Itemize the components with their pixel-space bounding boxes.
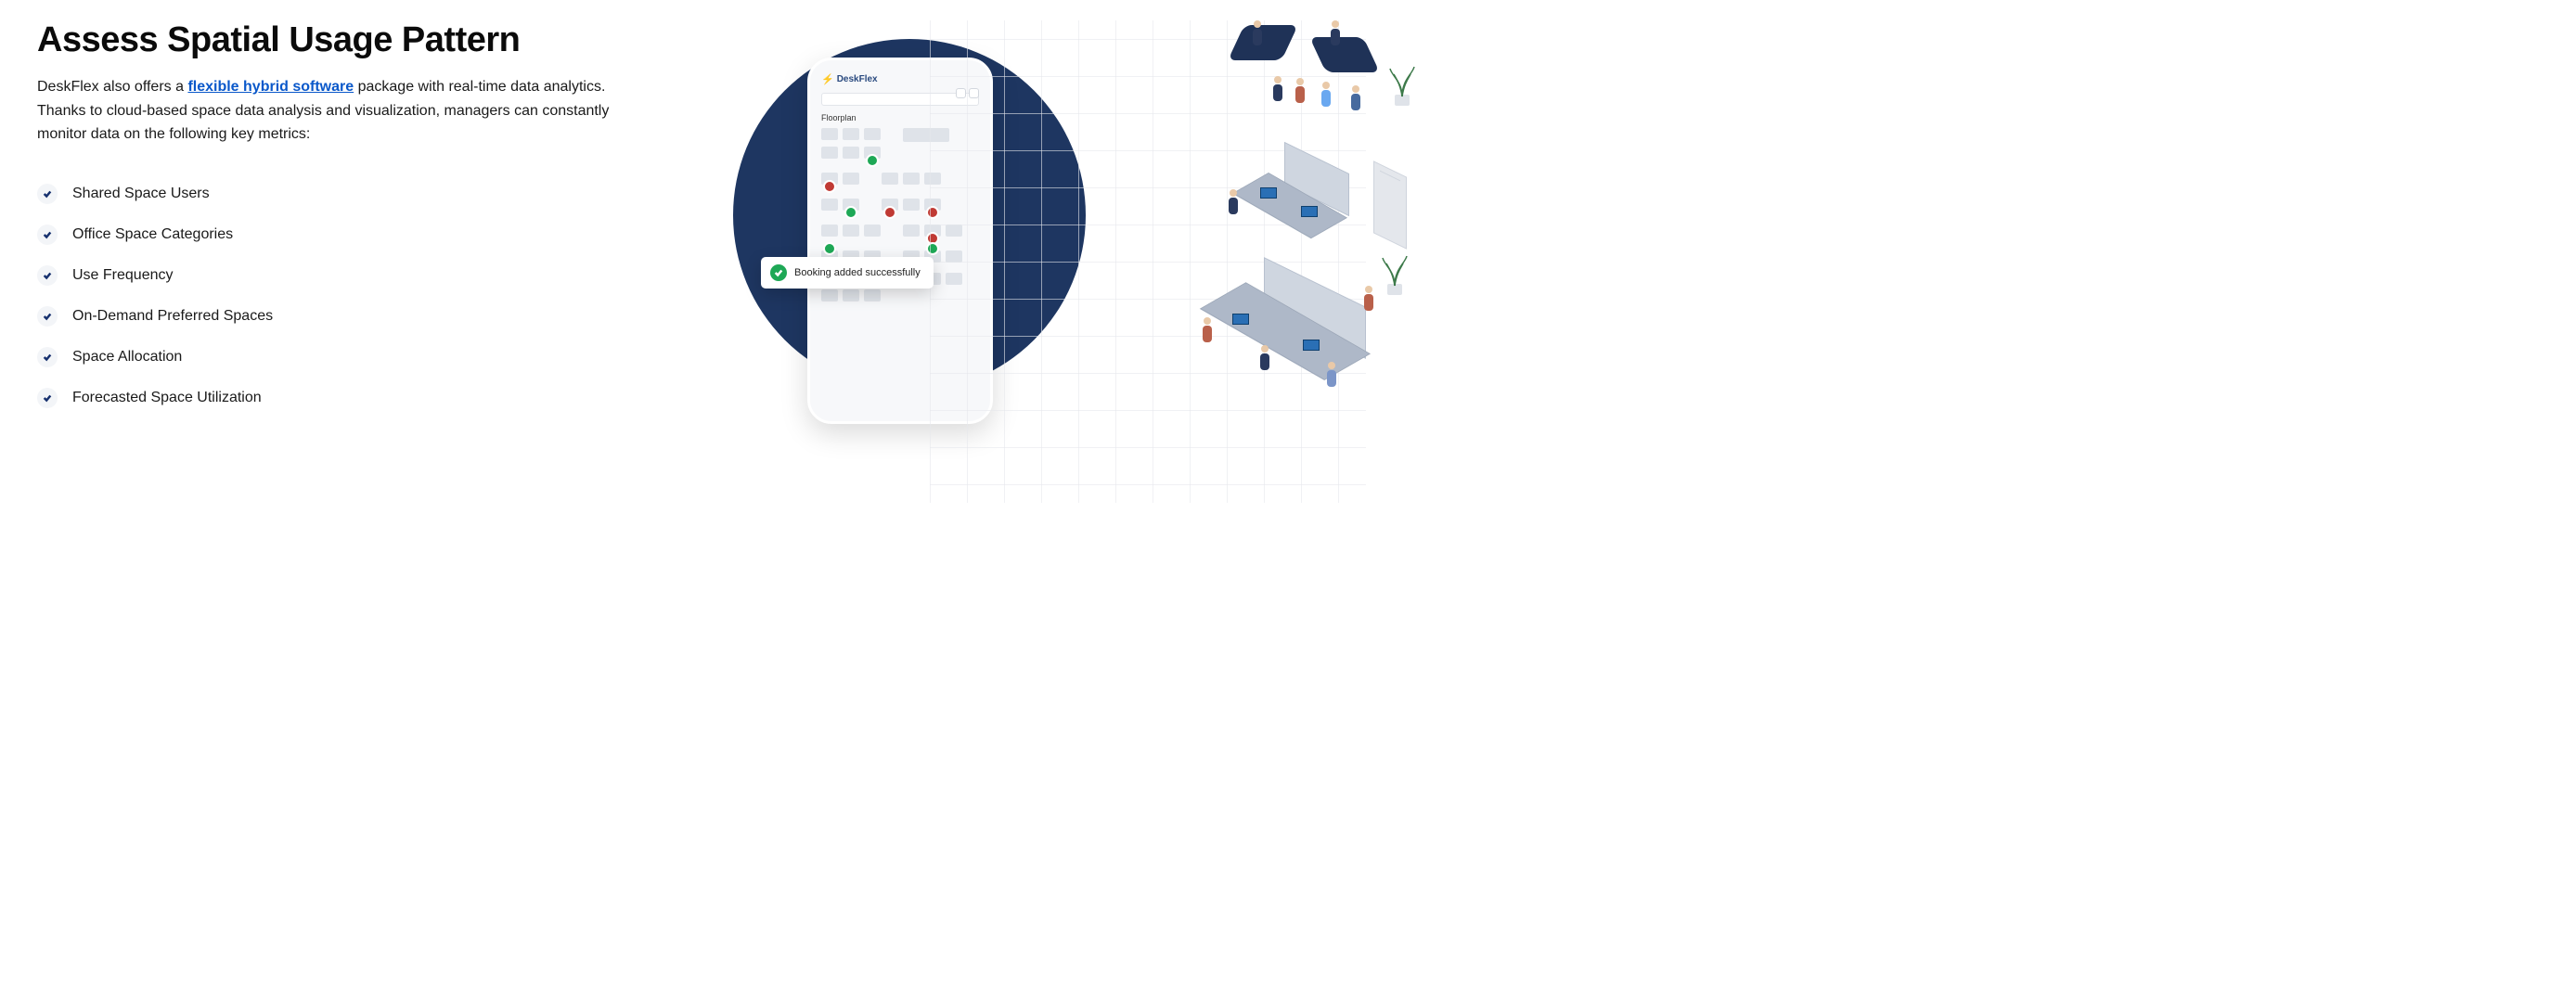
list-item: On-Demand Preferred Spaces	[37, 306, 687, 327]
list-item: Space Allocation	[37, 347, 687, 367]
toast-message: Booking added successfully	[794, 267, 921, 278]
person-icon	[1321, 82, 1331, 109]
person-icon	[1331, 20, 1340, 48]
check-icon	[37, 388, 58, 408]
lead-text-pre: DeskFlex also offers a	[37, 79, 187, 95]
check-icon	[37, 347, 58, 367]
plant-icon	[1379, 252, 1410, 295]
monitor-icon	[1260, 187, 1277, 199]
check-icon	[37, 225, 58, 245]
desk-tile[interactable]	[821, 225, 838, 237]
cabinet-icon	[1373, 160, 1407, 250]
desk-tile[interactable]	[903, 225, 920, 237]
hybrid-software-link[interactable]: flexible hybrid software	[187, 79, 354, 95]
page-title: Assess Spatial Usage Pattern	[37, 20, 687, 60]
desk-tile[interactable]	[864, 128, 881, 140]
metric-label: Forecasted Space Utilization	[72, 390, 262, 406]
desk-tile[interactable]	[843, 128, 859, 140]
monitor-icon	[1301, 206, 1318, 217]
app-brand: DeskFlex	[837, 74, 878, 84]
status-booked-icon	[823, 180, 836, 193]
success-toast: Booking added successfully	[761, 257, 934, 289]
check-circle-icon	[770, 264, 787, 281]
desk-tile[interactable]	[843, 289, 859, 302]
list-item: Office Space Categories	[37, 225, 687, 245]
check-icon	[37, 306, 58, 327]
monitor-icon	[1232, 314, 1249, 325]
person-icon	[1253, 20, 1262, 48]
desk-tile[interactable]	[864, 225, 881, 237]
person-icon	[1364, 286, 1373, 314]
plant-icon	[1386, 63, 1418, 106]
status-available-icon	[823, 242, 836, 255]
desk-tile[interactable]	[821, 199, 838, 211]
desk-tile[interactable]	[903, 173, 920, 185]
bolt-icon: ⚡	[821, 73, 834, 85]
check-icon	[37, 184, 58, 204]
desk-tile[interactable]	[903, 199, 920, 211]
person-icon	[1260, 345, 1269, 373]
desk-tile[interactable]	[843, 225, 859, 237]
metric-label: Space Allocation	[72, 349, 182, 366]
desk-tile[interactable]	[882, 173, 898, 185]
person-icon	[1295, 78, 1305, 106]
desk-tile[interactable]	[843, 199, 859, 211]
desk-tile[interactable]	[821, 173, 838, 185]
desk-tile[interactable]	[864, 289, 881, 302]
desk-tile[interactable]	[882, 199, 898, 211]
illustration: ⚡ DeskFlex Floorplan	[724, 20, 1366, 503]
person-icon	[1229, 189, 1238, 217]
couch-icon	[1309, 37, 1380, 72]
list-item: Shared Space Users	[37, 184, 687, 204]
person-icon	[1273, 76, 1282, 104]
metrics-list: Shared Space Users Office Space Categori…	[37, 184, 687, 408]
monitor-icon	[1303, 340, 1320, 351]
status-available-icon	[844, 206, 857, 219]
metric-label: On-Demand Preferred Spaces	[72, 308, 273, 325]
status-booked-icon	[883, 206, 896, 219]
desk-tile[interactable]	[864, 147, 881, 159]
person-icon	[1351, 85, 1360, 113]
check-icon	[37, 265, 58, 286]
person-icon	[1203, 317, 1212, 345]
desk-tile[interactable]	[843, 147, 859, 159]
person-icon	[1327, 362, 1336, 390]
list-item: Use Frequency	[37, 265, 687, 286]
metric-label: Office Space Categories	[72, 226, 233, 243]
couch-icon	[1228, 25, 1298, 60]
status-available-icon	[866, 154, 879, 167]
desk-tile[interactable]	[821, 147, 838, 159]
desk-tile[interactable]	[821, 289, 838, 302]
list-item: Forecasted Space Utilization	[37, 388, 687, 408]
desk-tile[interactable]	[843, 173, 859, 185]
office-scene	[930, 20, 1366, 503]
desk-tile[interactable]	[821, 128, 838, 140]
metric-label: Shared Space Users	[72, 186, 210, 202]
content-column: Assess Spatial Usage Pattern DeskFlex al…	[37, 20, 687, 503]
lead-paragraph: DeskFlex also offers a flexible hybrid s…	[37, 75, 612, 147]
metric-label: Use Frequency	[72, 267, 174, 284]
